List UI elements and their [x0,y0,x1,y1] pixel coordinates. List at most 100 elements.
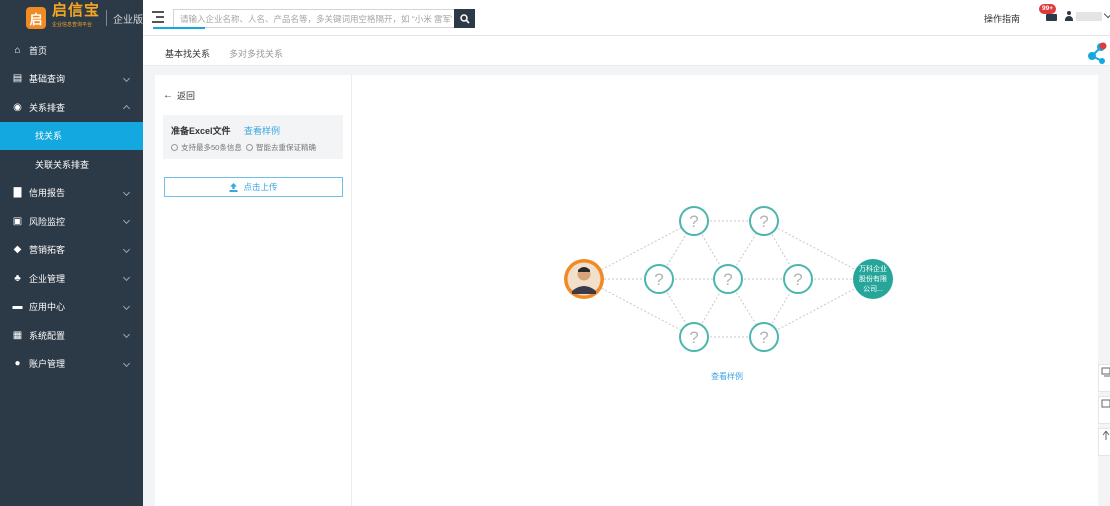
monitor-icon [1101,367,1110,377]
svg-text:?: ? [759,212,768,231]
svg-text:?: ? [654,270,663,289]
grid-icon: ▦ [12,329,23,341]
brand-tagline: 企业信息查询平台 [52,22,93,28]
sidebar-item-label: 信用报告 [29,188,66,199]
chevron-down-icon [122,216,131,225]
active-tab-indicator [153,27,205,29]
api-float-button[interactable] [1098,364,1110,392]
company-name-line: 公司... [863,285,883,293]
search-doc-icon: ▤ [12,73,23,85]
guide-link[interactable]: 操作指南 [984,12,1020,25]
unknown-node[interactable]: ? [679,322,709,352]
sidebar-item-app-center[interactable]: ▬ 应用中心 [0,293,143,322]
chevron-down-icon [1103,9,1110,19]
sidebar-item-marketing[interactable]: ◆ 营销拓客 [0,236,143,265]
brand-logo: 启 [26,7,46,29]
feedback-float-button[interactable] [1098,396,1110,424]
monitor-icon: ▣ [12,215,23,227]
arrow-up-icon [1102,430,1110,440]
mail-icon[interactable] [1046,14,1057,21]
sidebar-item-label: 企业管理 [29,273,66,284]
sidebar-item-label: 应用中心 [29,302,66,313]
view-example-link[interactable]: 查看样例 [711,371,743,382]
user-name-redacted [1076,11,1102,21]
tab-many-to-many[interactable]: 多对多找关系 [229,47,283,60]
sidebar-item-risk-monitor[interactable]: ▣ 风险监控 [0,207,143,236]
menu-toggle-icon[interactable] [152,11,164,23]
top-bar: 启 启信宝 企业信息查询平台 企业版 操作指南 99+ [0,0,1110,36]
unknown-node[interactable]: ? [783,264,813,294]
account-icon: ● [14,358,21,370]
share-icon[interactable] [1087,42,1107,64]
target-company-node[interactable]: 万科企业 股份有限 公司... [853,259,893,299]
brand-name: 启信宝 [52,2,101,19]
sidebar-item-label: 基础查询 [29,74,66,85]
chevron-down-icon [122,245,131,253]
org-icon: ♣ [14,272,21,284]
company-name-line: 万科企业 [859,264,887,273]
unknown-node[interactable]: ? [713,264,743,294]
sidebar-item-enterprise-mgmt[interactable]: ♣ 企业管理 [0,264,143,293]
check-circle-icon [246,144,253,151]
relation-graph-panel: ? ? ? ? ? ? ? 万科企业 股份有限 公司... 查看样例 [352,75,1098,506]
person-node[interactable] [564,259,604,299]
search-box [173,9,475,28]
upload-panel: ← 返回 准备Excel文件 查看样例 支持最多50条信息 智能去重保证精确 点… [155,75,352,506]
sidebar-item-label: 首页 [29,45,48,56]
app-icon: ▬ [12,301,23,313]
chevron-down-icon [122,359,131,367]
back-link[interactable]: ← 返回 [163,89,195,102]
user-menu[interactable] [1065,9,1110,21]
svg-text:?: ? [759,328,768,347]
sidebar-item-label: 关系排查 [29,102,66,113]
relation-icon: ◉ [13,101,22,113]
unknown-node[interactable]: ? [644,264,674,294]
brand[interactable]: 启 启信宝 企业信息查询平台 企业版 [0,0,143,36]
tab-bar: 基本找关系 多对多找关系 [143,36,1110,66]
sidebar-item-system-config[interactable]: ▦ 系统配置 [0,321,143,350]
chevron-up-icon [122,104,131,113]
svg-text:?: ? [689,328,698,347]
sidebar: ⌂ 首页 ▤ 基础查询 ◉ 关系排查 找关系 关联关系排查 ▇ 信用报告 ▣ 风… [0,36,143,506]
sidebar-item-label: 风险监控 [29,216,66,227]
unknown-node[interactable]: ? [749,206,779,236]
home-icon: ⌂ [14,44,21,56]
chevron-down-icon [122,74,131,82]
back-to-top-button[interactable] [1098,428,1110,456]
search-icon [459,13,470,24]
brand-edition: 企业版 [113,14,144,26]
app-window: 启 启信宝 企业信息查询平台 企业版 操作指南 99+ ⌂ 首页 [0,0,1110,506]
view-sample-link[interactable]: 查看样例 [244,124,280,137]
chevron-down-icon [122,302,131,310]
sidebar-item-home[interactable]: ⌂ 首页 [0,36,143,65]
chevron-down-icon [122,188,131,196]
search-input[interactable] [174,10,452,27]
relation-graph: ? ? ? ? ? ? ? 万科企业 股份有限 公司... [564,206,893,352]
mail-badge: 99+ [1039,4,1057,14]
sidebar-item-basic-query[interactable]: ▤ 基础查询 [0,65,143,94]
user-icon [1065,11,1073,21]
sidebar-subitem-find-relation[interactable]: 找关系 [0,121,143,150]
upload-icon [229,182,238,192]
search-button[interactable] [454,9,475,28]
company-name-line: 股份有限 [859,274,887,283]
note-dedupe: 智能去重保证精确 [246,142,316,153]
sidebar-item-label: 账户管理 [29,359,66,370]
sidebar-item-relations[interactable]: ◉ 关系排查 [0,93,143,122]
chevron-down-icon [122,273,131,282]
unknown-node[interactable]: ? [679,206,709,236]
sidebar-item-label: 系统配置 [29,330,66,341]
sidebar-item-account[interactable]: ● 账户管理 [0,350,143,379]
sidebar-item-credit-report[interactable]: ▇ 信用报告 [0,179,143,208]
handshake-icon: ◆ [13,244,22,256]
unknown-node[interactable]: ? [749,322,779,352]
prep-title: 准备Excel文件 [171,126,231,136]
tab-basic-relation[interactable]: 基本找关系 [165,47,210,60]
brand-divider [106,10,108,26]
upload-button[interactable]: 点击上传 [164,177,343,197]
sidebar-subitem-related-check[interactable]: 关联关系排查 [0,150,143,179]
report-icon: ▇ [13,187,22,199]
sidebar-item-label: 营销拓客 [29,245,66,256]
chevron-down-icon [122,330,131,339]
chat-icon [1101,399,1110,408]
